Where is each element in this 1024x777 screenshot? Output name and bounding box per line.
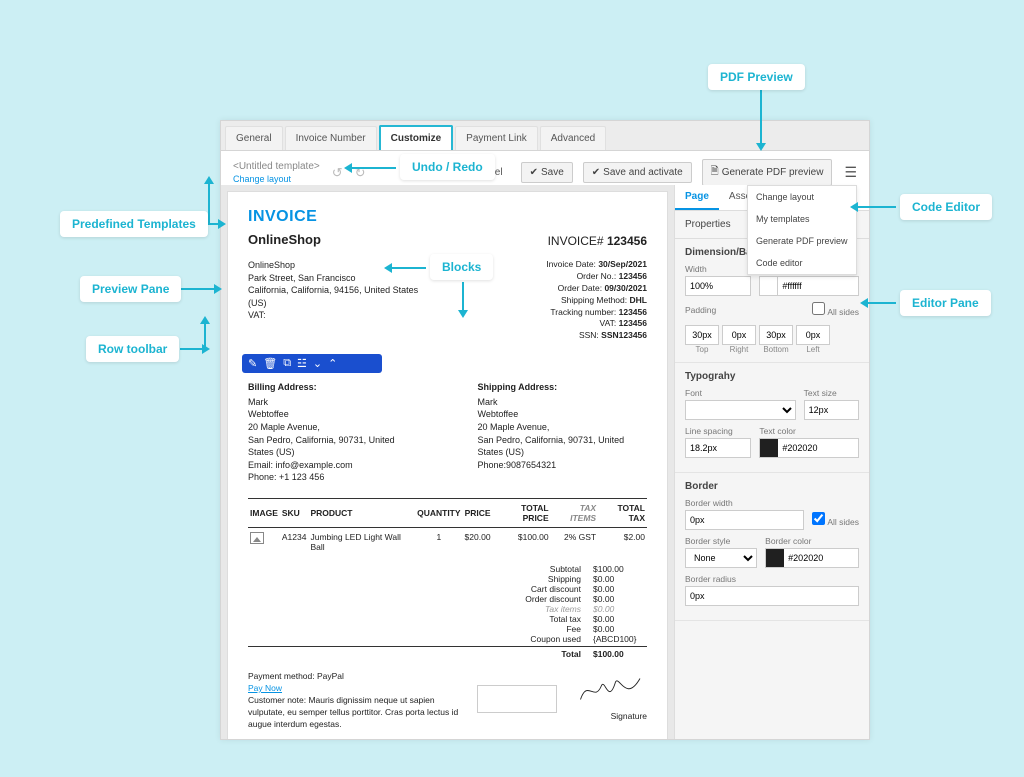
dd-my-templates[interactable]: My templates: [748, 208, 856, 230]
invoice-meta: Invoice Date: 30/Sep/2021 Order No.: 123…: [546, 259, 647, 342]
callout-row-toolbar: Row toolbar: [86, 336, 179, 362]
signature-image: [577, 671, 647, 707]
dd-code-editor[interactable]: Code editor: [748, 252, 856, 274]
callout-predefined-templates: Predefined Templates: [60, 211, 208, 237]
template-name: <Untitled template>: [233, 161, 320, 172]
col-price: PRICE: [463, 498, 493, 527]
font-select[interactable]: [685, 400, 796, 420]
callout-undo-redo: Undo / Redo: [400, 154, 495, 180]
duplicate-icon[interactable]: ⧉: [283, 357, 291, 370]
shipping-address: Shipping Address: MarkWebtoffee 20 Maple…: [478, 381, 648, 484]
border-color-input[interactable]: [765, 548, 859, 568]
template-name-wrap: <Untitled template> Change layout: [233, 161, 320, 184]
table-row: A1234 Jumbing LED Light Wall Ball 1 $20.…: [248, 527, 647, 556]
row-toolbar[interactable]: ✎ 🗑 ⧉ ☳ ⌄ ⌃: [242, 354, 382, 373]
chevron-up-icon[interactable]: ⌃: [328, 357, 337, 370]
width-input[interactable]: [685, 276, 751, 296]
save-activate-button[interactable]: ✔Save and activate: [583, 162, 692, 183]
col-qty: QUANTITY: [415, 498, 462, 527]
undo-icon[interactable]: ↺: [332, 165, 343, 181]
generate-pdf-button[interactable]: 🗎Generate PDF preview: [702, 159, 833, 186]
border-width-input[interactable]: [685, 510, 804, 530]
border-style-select[interactable]: None: [685, 548, 757, 568]
callout-blocks: Blocks: [430, 254, 493, 280]
align-icon[interactable]: ☳: [297, 357, 307, 370]
dd-change-layout[interactable]: Change layout: [748, 186, 856, 208]
edit-icon[interactable]: ✎: [248, 357, 257, 370]
callout-preview-pane: Preview Pane: [80, 276, 181, 302]
signature-row: Payment method: PayPal Pay Now Customer …: [248, 671, 647, 730]
hamburger-icon[interactable]: ☰: [844, 164, 857, 181]
pdf-icon: 🗎: [711, 164, 719, 181]
payment-info: Payment method: PayPal Pay Now Customer …: [248, 671, 557, 730]
etab-page[interactable]: Page: [675, 185, 719, 210]
company-address: OnlineShop Park Street, San Francisco Ca…: [248, 259, 428, 342]
settings-dropdown: Change layout My templates Generate PDF …: [747, 185, 857, 275]
callout-code-editor: Code Editor: [900, 194, 992, 220]
section-border: Border Border width All sides Border sty…: [675, 473, 869, 621]
tab-customize[interactable]: Customize: [379, 125, 454, 150]
addresses: Billing Address: MarkWebtoffee 20 Maple …: [248, 381, 647, 484]
callout-pdf-preview: PDF Preview: [708, 64, 805, 90]
border-all-sides-checkbox[interactable]: All sides: [812, 512, 859, 527]
pad-bottom[interactable]: [759, 325, 793, 345]
bg-color-input[interactable]: [759, 276, 859, 296]
col-sku: SKU: [280, 498, 309, 527]
pad-right[interactable]: [722, 325, 756, 345]
border-radius-input[interactable]: [685, 586, 859, 606]
col-product: PRODUCT: [308, 498, 415, 527]
delete-icon[interactable]: 🗑: [263, 357, 277, 370]
note-input[interactable]: [477, 685, 557, 713]
tab-advanced[interactable]: Advanced: [540, 126, 606, 150]
app-window: General Invoice Number Customize Payment…: [220, 120, 870, 740]
section-typography: Typograhy Font Text size Line spacing Te…: [675, 363, 869, 473]
save-button[interactable]: ✔Save: [521, 162, 573, 183]
change-layout-link[interactable]: Change layout: [233, 174, 320, 184]
chevron-down-icon[interactable]: ⌄: [313, 357, 322, 370]
pad-left[interactable]: [796, 325, 830, 345]
col-image: IMAGE: [248, 498, 280, 527]
pad-top[interactable]: [685, 325, 719, 345]
col-ttax: TOTAL TAX: [598, 498, 647, 527]
col-tprice: TOTAL PRICE: [493, 498, 551, 527]
billing-address: Billing Address: MarkWebtoffee 20 Maple …: [248, 381, 418, 484]
invoice-number: INVOICE# 123456: [548, 234, 647, 248]
tab-invoice-number[interactable]: Invoice Number: [285, 126, 377, 150]
callout-editor-pane: Editor Pane: [900, 290, 991, 316]
invoice-title: INVOICE: [248, 208, 647, 226]
line-items-table: IMAGE SKU PRODUCT QUANTITY PRICE TOTAL P…: [248, 498, 647, 556]
tab-payment-link[interactable]: Payment Link: [455, 126, 538, 150]
line-spacing-input[interactable]: [685, 438, 751, 458]
tab-general[interactable]: General: [225, 126, 283, 150]
dd-generate-pdf[interactable]: Generate PDF preview: [748, 230, 856, 252]
all-sides-checkbox[interactable]: All sides: [812, 302, 859, 317]
text-size-input[interactable]: [804, 400, 859, 420]
text-color-input[interactable]: [759, 438, 859, 458]
col-taxitems: TAX ITEMS: [551, 498, 598, 527]
main-tabs: General Invoice Number Customize Payment…: [221, 121, 869, 151]
image-icon: [250, 532, 264, 544]
pay-now-link[interactable]: Pay Now: [248, 683, 282, 693]
totals: Subtotal$100.00 Shipping$0.00 Cart disco…: [248, 564, 647, 659]
